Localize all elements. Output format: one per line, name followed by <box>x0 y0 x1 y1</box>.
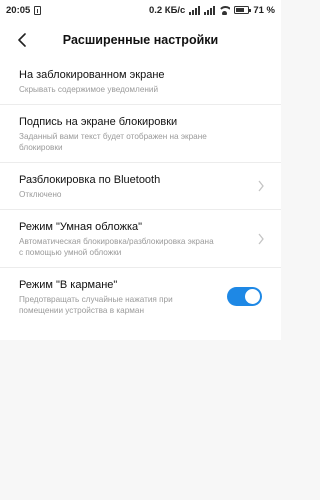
settings-screen: 20:05 0.2 КБ/с 71 % Расширенные настройк… <box>0 0 281 500</box>
setting-subtitle: Автоматическая блокировка/разблокировка … <box>19 237 214 257</box>
setting-title: На заблокированном экране <box>19 69 165 81</box>
signal-icon-2 <box>204 5 216 15</box>
chevron-right-icon <box>258 180 264 192</box>
setting-smart-cover[interactable]: Режим "Умная обложка" Автоматическая бло… <box>0 210 281 268</box>
chevron-right-icon <box>258 233 264 244</box>
battery-fill <box>236 8 245 12</box>
setting-subtitle: Скрывать содержимое уведомлений <box>19 85 159 94</box>
pocket-mode-toggle[interactable] <box>227 286 262 306</box>
toggle-knob <box>245 288 260 304</box>
signal-icon-1 <box>189 5 201 15</box>
setting-title: Разблокировка по Bluetooth <box>19 174 161 186</box>
header: Расширенные настройки <box>0 20 281 60</box>
settings-list: На заблокированном экране Скрывать содер… <box>0 60 281 325</box>
setting-subtitle: Заданный вами текст будет отображен на э… <box>19 132 207 152</box>
setting-pocket-mode[interactable]: Режим "В кармане" Предотвращать случайны… <box>0 268 281 325</box>
settings-panel: 20:05 0.2 КБ/с 71 % Расширенные настройк… <box>0 0 281 340</box>
setting-bluetooth-unlock[interactable]: Разблокировка по Bluetooth Отключено <box>0 163 281 210</box>
setting-title: Режим "В кармане" <box>19 279 118 291</box>
status-bar: 20:05 0.2 КБ/с 71 % <box>0 0 281 20</box>
back-arrow-icon[interactable] <box>16 33 30 47</box>
page-title: Расширенные настройки <box>62 33 219 47</box>
setting-subtitle: Предотвращать случайные нажатия при поме… <box>19 295 173 315</box>
status-time: 20:05 <box>6 4 31 16</box>
status-left: 20:05 <box>6 4 42 16</box>
setting-title: Подпись на экране блокировки <box>19 116 178 128</box>
setting-lock-screen-caption[interactable]: Подпись на экране блокировки Заданный ва… <box>0 105 281 163</box>
battery-icon <box>234 6 252 14</box>
sd-card-icon <box>34 5 42 15</box>
battery-percent: 71 % <box>253 4 275 16</box>
wifi-icon <box>219 5 231 15</box>
setting-lock-screen[interactable]: На заблокированном экране Скрывать содер… <box>0 60 281 105</box>
network-speed: 0.2 КБ/с <box>148 4 186 16</box>
setting-title: Режим "Умная обложка" <box>19 221 143 233</box>
setting-subtitle: Отключено <box>19 190 62 199</box>
status-right: 0.2 КБ/с 71 % <box>149 5 275 16</box>
